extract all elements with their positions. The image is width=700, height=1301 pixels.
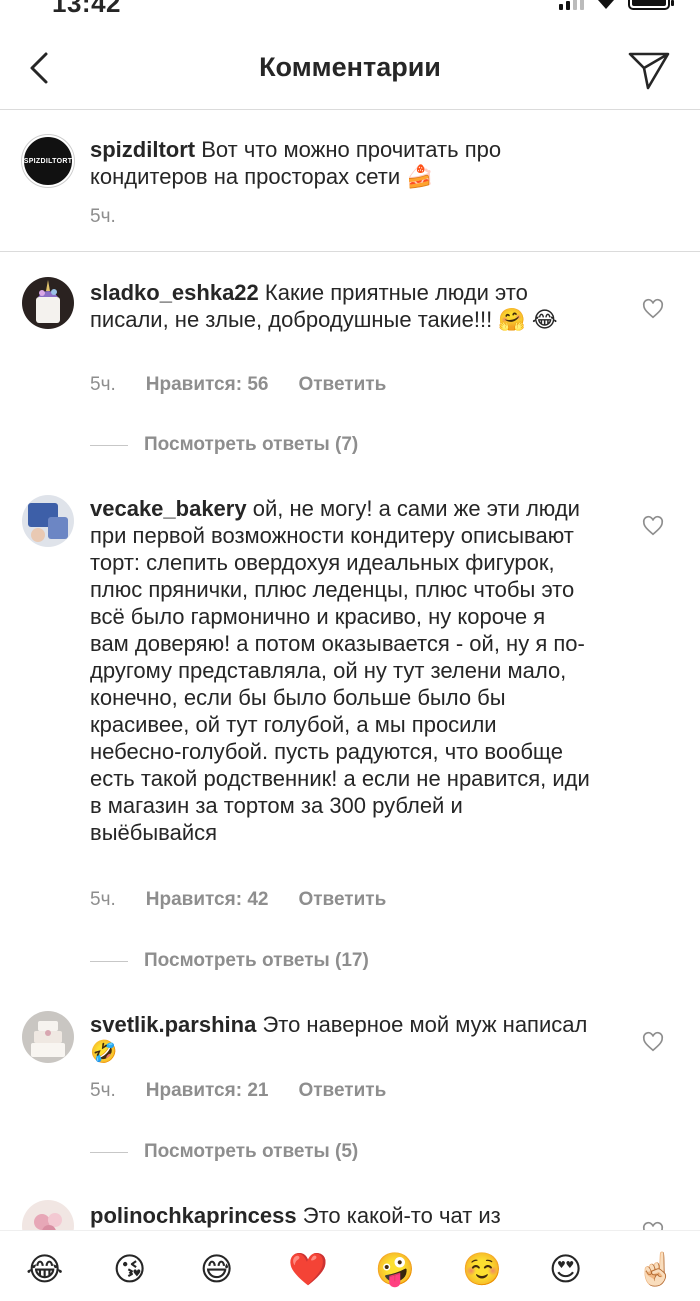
header: Комментарии [0, 30, 700, 110]
comment-body: Это какой-то чат из [302, 1203, 501, 1228]
view-replies-button[interactable]: Посмотреть ответы (5) [90, 1141, 358, 1163]
signal-icon [559, 0, 584, 10]
heart-icon[interactable] [642, 1031, 664, 1053]
avatar[interactable] [22, 495, 74, 547]
avatar[interactable] [22, 277, 74, 329]
comment-likes[interactable]: Нравится: 42 [146, 889, 269, 911]
reply-button[interactable]: Ответить [298, 1080, 386, 1102]
avatar[interactable]: SPIZDILTORT [22, 135, 74, 187]
comment-text: sladko_eshka22 Какие приятные люди это п… [90, 279, 590, 333]
view-replies-label: Посмотреть ответы (17) [144, 950, 369, 971]
comment-username[interactable]: sladko_eshka22 [90, 280, 259, 305]
comment-likes[interactable]: Нравится: 21 [146, 1080, 269, 1102]
status-bar: 13:42 [0, 0, 700, 18]
sweat-smile-emoji-button[interactable]: 😅 [200, 1251, 233, 1287]
comment-text: vecake_bakery ой, не могу! а сами же эти… [90, 495, 590, 846]
tears-of-joy-emoji-button[interactable]: 😂 [26, 1251, 63, 1287]
comment-text: polinochkaprincess Это какой-то чат из [90, 1202, 590, 1229]
comment-likes[interactable]: Нравится: 56 [146, 374, 269, 396]
status-time: 13:42 [52, 0, 121, 18]
view-replies-button[interactable]: Посмотреть ответы (17) [90, 950, 369, 972]
zany-face-emoji-button[interactable]: 🤪 [375, 1251, 415, 1287]
heart-icon[interactable] [642, 298, 664, 320]
avatar-logo-text: SPIZDILTORT [23, 157, 73, 165]
heart-eyes-emoji-button[interactable]: 😍 [549, 1251, 582, 1287]
comment-time: 5ч. [90, 889, 116, 910]
view-replies-label: Посмотреть ответы (5) [144, 1141, 359, 1162]
reply-button[interactable]: Ответить [298, 374, 386, 396]
view-replies-label: Посмотреть ответы (7) [144, 434, 359, 455]
comment-username[interactable]: polinochkaprincess [90, 1203, 297, 1228]
view-replies-button[interactable]: Посмотреть ответы (7) [90, 434, 358, 456]
replies-divider-line [90, 444, 128, 446]
caption-text: spizdiltort Вот что можно прочитать про … [90, 136, 570, 190]
battery-icon [628, 0, 674, 10]
avatar[interactable] [22, 1011, 74, 1063]
comment-username[interactable]: svetlik.parshina [90, 1012, 256, 1037]
comment-body: ой, не могу! а сами же эти люди при перв… [90, 496, 590, 845]
heart-emoji-button[interactable]: ❤️ [288, 1251, 328, 1287]
wifi-icon [598, 0, 614, 9]
comment-meta: 5ч. Нравится: 42 Ответить [90, 889, 386, 911]
page-title: Комментарии [259, 52, 441, 82]
caption-meta: 5ч. [90, 206, 116, 228]
caption-username[interactable]: spizdiltort [90, 137, 195, 162]
comment-meta: 5ч. Нравится: 56 Ответить [90, 374, 386, 396]
comment-text: svetlik.parshina Это наверное мой муж на… [90, 1011, 590, 1065]
comment-time: 5ч. [90, 1080, 116, 1101]
blush-emoji-button[interactable]: ☺️ [462, 1251, 502, 1287]
comment-meta: 5ч. Нравится: 21 Ответить [90, 1080, 386, 1102]
comment-username[interactable]: vecake_bakery [90, 496, 247, 521]
heart-icon[interactable] [642, 515, 664, 537]
caption-time: 5ч. [90, 206, 116, 227]
post-caption: SPIZDILTORT spizdiltort Вот что можно пр… [0, 110, 700, 252]
replies-divider-line [90, 1151, 128, 1153]
comment-time: 5ч. [90, 374, 116, 395]
point-up-emoji-button[interactable]: ☝🏻 [636, 1251, 676, 1287]
kiss-emoji-button[interactable]: 😘 [113, 1251, 146, 1287]
reply-button[interactable]: Ответить [298, 889, 386, 911]
status-icons [559, 0, 674, 10]
replies-divider-line [90, 960, 128, 962]
emoji-quick-bar: 😂 😘 😅 ❤️ 🤪 ☺️ 😍 ☝🏻 [0, 1230, 700, 1301]
direct-share-icon[interactable] [626, 46, 672, 92]
